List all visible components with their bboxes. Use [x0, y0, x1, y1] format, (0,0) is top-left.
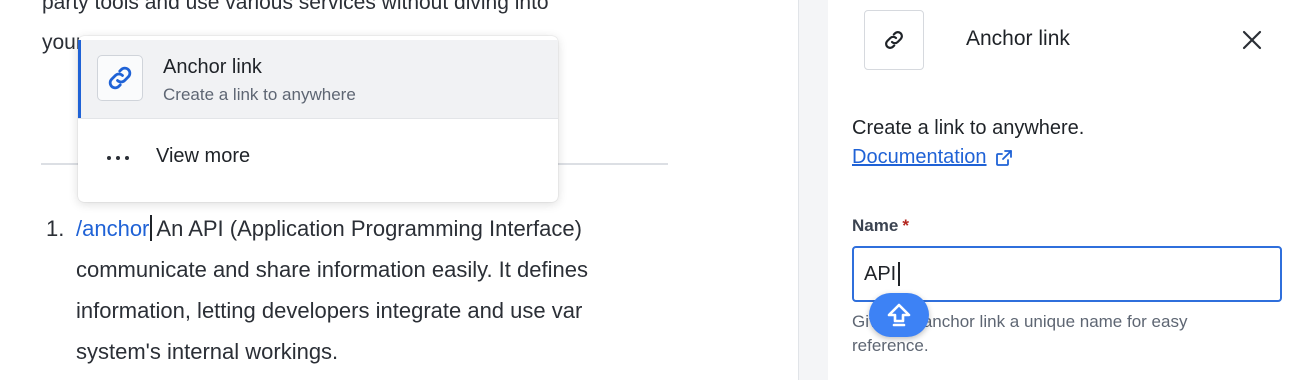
documentation-link[interactable]: Documentation: [852, 146, 1014, 169]
paragraph-line: your: [42, 28, 83, 58]
popup-item-title: Anchor link: [163, 56, 262, 78]
popup-item-anchor-link[interactable]: Anchor link Create a link to anywhere: [78, 40, 558, 118]
scroll-up-button[interactable]: [869, 293, 929, 337]
list-item-line: system's internal workings.: [76, 339, 339, 364]
close-button[interactable]: [1238, 26, 1266, 54]
name-input[interactable]: [852, 246, 1282, 302]
panel-description: Create a link to anywhere.: [852, 117, 1085, 139]
slash-command: /anchor: [76, 216, 150, 241]
link-icon: [97, 55, 143, 101]
external-link-icon: [995, 149, 1012, 166]
arrow-up-icon: [887, 303, 911, 327]
popup-item-subtitle: Create a link to anywhere: [163, 85, 356, 104]
panel-separator: [798, 0, 828, 380]
list-item-line: information, letting developers integrat…: [76, 298, 583, 323]
view-more-label: View more: [156, 145, 251, 167]
input-caret: [898, 262, 900, 286]
more-dots-icon: [107, 156, 129, 160]
list-number: 1.: [46, 216, 65, 241]
paragraph-line: party tools and use various services wit…: [42, 0, 549, 14]
list-text: An API (Application Programming Interfac…: [156, 216, 582, 241]
name-label-text: Name: [852, 216, 899, 235]
required-marker: *: [902, 216, 909, 235]
popup-item-view-more[interactable]: View more: [78, 119, 558, 199]
link-icon: [864, 10, 924, 70]
text-caret: [150, 215, 153, 241]
list-item-line[interactable]: /anchor An API (Application Programming I…: [76, 214, 582, 244]
name-field-label: Name *: [852, 216, 909, 236]
list-item-line: communicate and share information easily…: [76, 257, 588, 282]
documentation-link-label: Documentation: [852, 146, 987, 168]
close-icon: [1242, 30, 1262, 50]
paragraph-fragment: your: [42, 31, 83, 54]
editor-area[interactable]: party tools and use various services wit…: [0, 0, 798, 380]
panel-title: Anchor link: [966, 27, 1070, 50]
ordered-list: 1. /anchor An API (Application Programmin…: [0, 214, 668, 380]
slash-command-popup: Anchor link Create a link to anywhere Vi…: [78, 36, 558, 202]
